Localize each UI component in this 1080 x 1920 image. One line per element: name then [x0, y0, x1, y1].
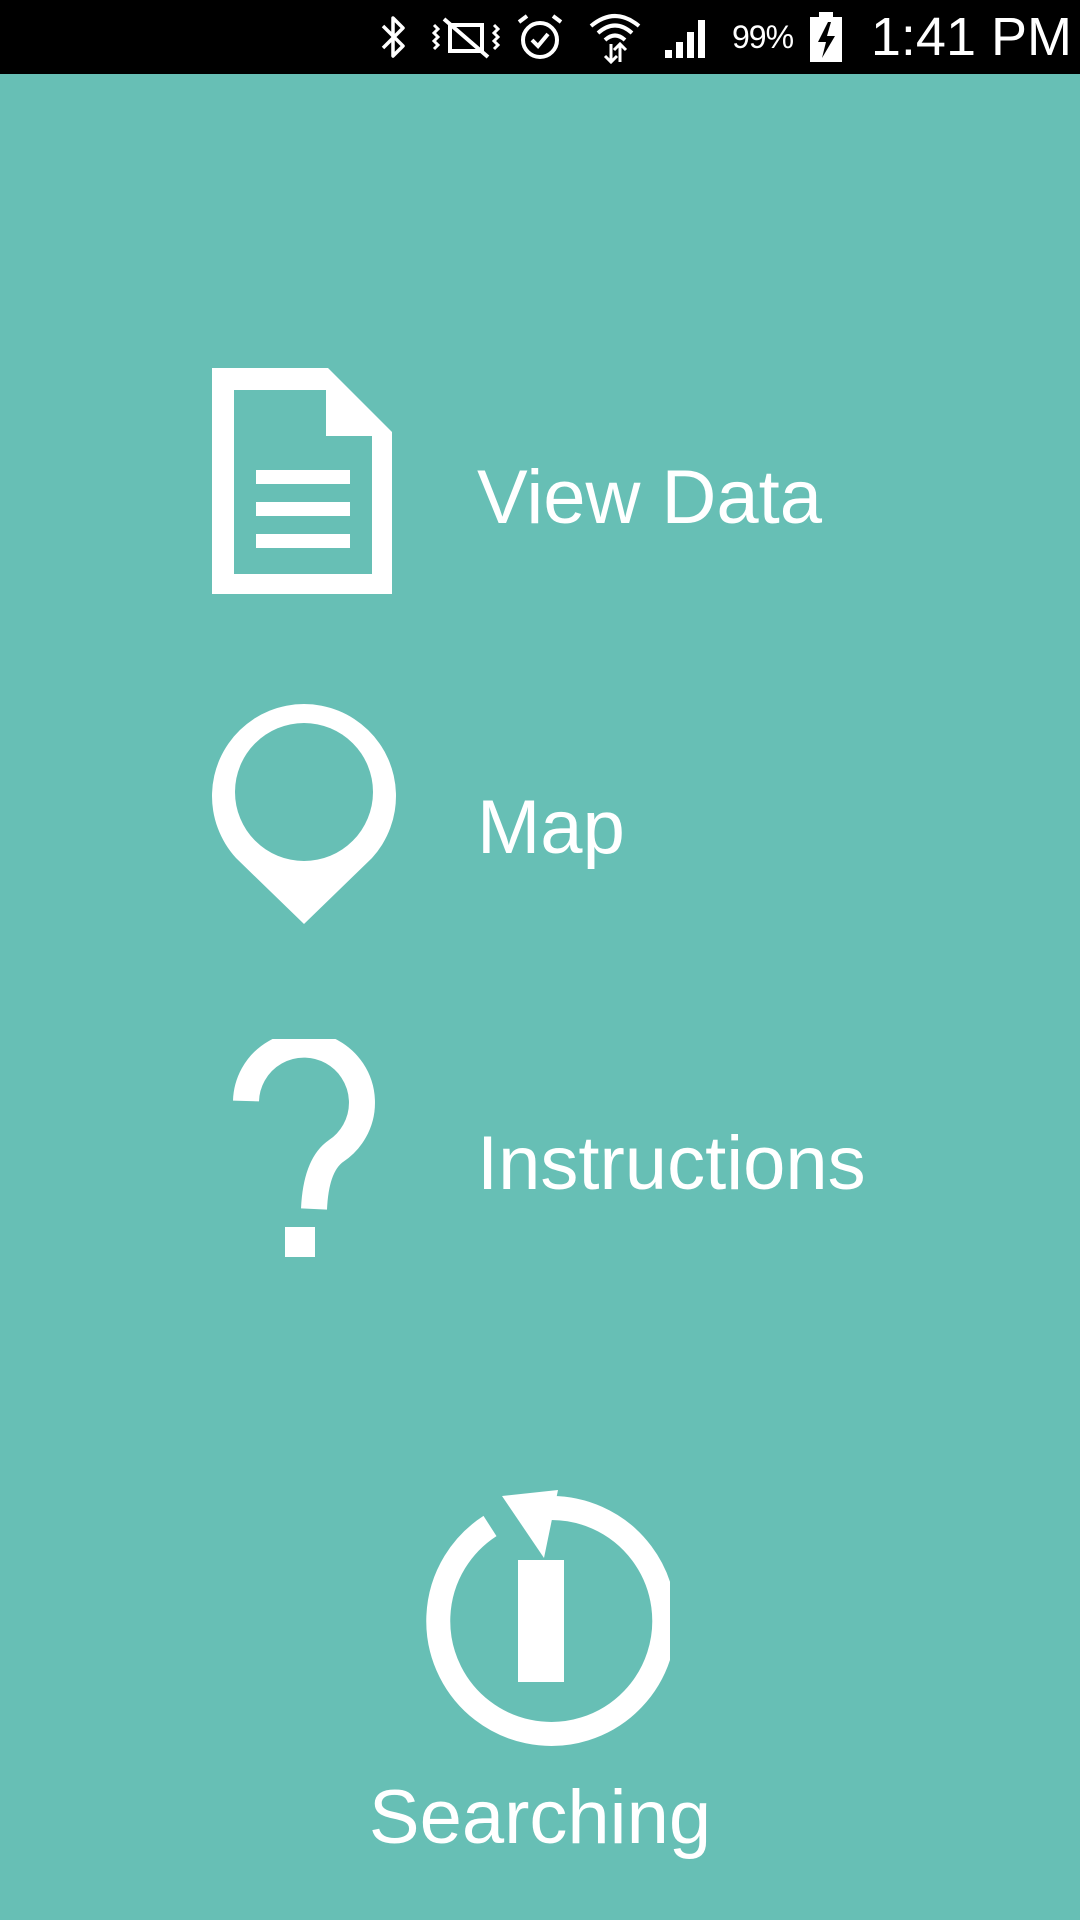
question-mark-icon [210, 1031, 400, 1264]
alarm-icon [512, 0, 568, 74]
menu-label-map: Map [477, 785, 625, 870]
document-icon [210, 366, 406, 601]
menu-item-instructions[interactable]: Instructions [0, 1030, 1080, 1260]
searching-button[interactable]: Searching [0, 1490, 1080, 1880]
menu-item-view-data[interactable]: View Data [0, 360, 1080, 596]
searching-label: Searching [368, 1775, 712, 1860]
map-pin-icon [210, 698, 400, 933]
battery-percent: 99% [732, 18, 794, 55]
menu-label-instructions: Instructions [477, 1121, 866, 1206]
status-bar: 99% 1:41 PM [0, 0, 1080, 74]
wifi-icon [584, 0, 646, 74]
sync-power-icon [410, 1490, 677, 1765]
battery-charging-icon [806, 0, 846, 74]
clock: 1:41 PM [870, 7, 1072, 67]
menu-item-map[interactable]: Map [0, 690, 1080, 930]
vibrate-icon [428, 0, 504, 74]
signal-icon [660, 0, 716, 74]
menu-label-view-data: View Data [477, 455, 823, 540]
bluetooth-icon [372, 0, 416, 74]
